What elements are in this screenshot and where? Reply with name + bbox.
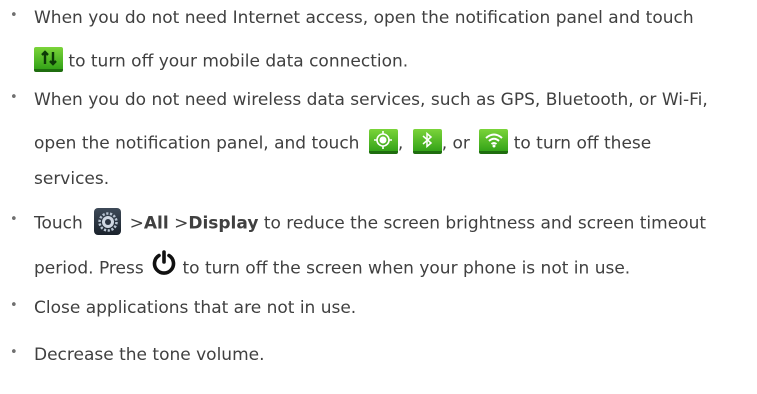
document-page: • When you do not need Internet access, … [0,0,757,394]
text: to turn off these [513,133,652,154]
bullet: • [10,298,18,313]
text: > [174,213,189,234]
bullet: • [10,90,18,105]
text: to turn off the screen when your phone i… [182,258,631,279]
bluetooth-icon [412,129,442,154]
bullet: • [10,345,18,360]
text: Close applications that are not in use. [34,298,357,318]
mobile-data-icon [34,47,63,72]
text: , or [441,133,470,154]
text: When you do not need Internet access, op… [34,8,694,28]
gps-icon [368,129,398,154]
bullet: • [10,212,18,227]
text: services. [34,169,110,189]
text: > [129,213,144,234]
text: to reduce the screen brightness and scre… [263,213,707,234]
power-icon [151,250,177,283]
settings-icon [94,208,122,235]
text: period. Press [34,258,144,279]
text: open the notification panel, and touch [34,133,360,154]
text: Touch [34,213,83,234]
bullet: • [10,8,18,23]
wifi-icon [479,129,509,154]
menu-all: All [143,213,169,234]
text: Decrease the tone volume. [34,345,265,365]
menu-display: Display [188,213,259,234]
text: , [397,133,404,154]
text: When you do not need wireless data servi… [34,90,708,110]
text: to turn off your mobile data connection. [68,51,409,72]
